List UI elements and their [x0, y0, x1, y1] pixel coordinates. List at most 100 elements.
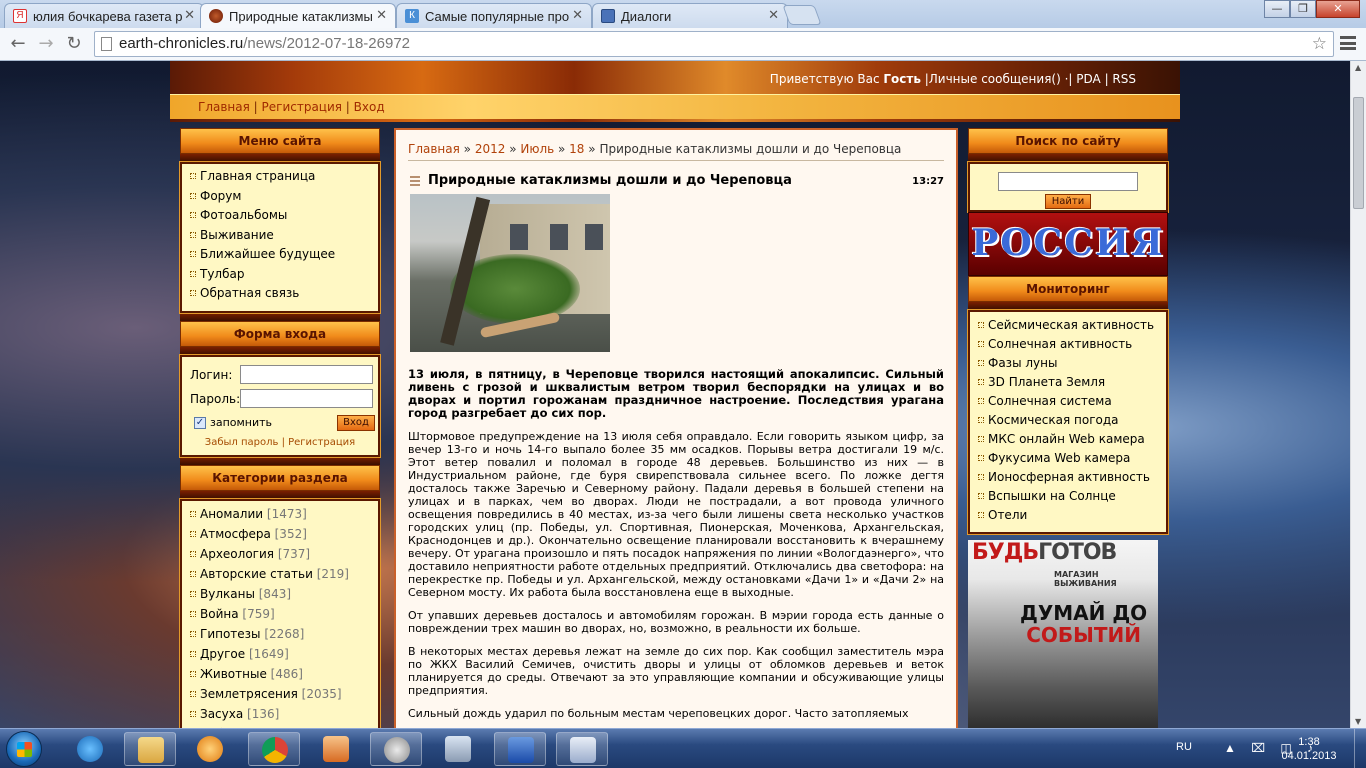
close-window-button[interactable]: ✕: [1316, 0, 1360, 18]
category-item[interactable]: Вулканы [843]: [188, 587, 372, 607]
category-item[interactable]: Аномалии [1473]: [188, 507, 372, 527]
breadcrumb-year[interactable]: 2012: [475, 142, 506, 156]
bookmark-star-icon[interactable]: ☆: [1312, 32, 1327, 56]
breadcrumb-day[interactable]: 18: [569, 142, 584, 156]
site-menu-item[interactable]: Форум: [188, 189, 372, 209]
login-button[interactable]: Вход: [337, 414, 376, 431]
breadcrumb-home[interactable]: Главная: [408, 142, 460, 156]
page-scrollbar[interactable]: ▲ ▼: [1350, 61, 1366, 728]
taskbar-word[interactable]: [494, 732, 546, 766]
monitoring-item[interactable]: Фукусима Web камера: [976, 451, 1160, 470]
taskbar-explorer[interactable]: [124, 732, 176, 766]
monitoring-item[interactable]: Отели: [976, 508, 1160, 527]
close-icon[interactable]: ✕: [184, 7, 195, 23]
monitoring-item-label: Отели: [988, 508, 1028, 522]
monitoring-item[interactable]: Сейсмическая активность: [976, 318, 1160, 337]
browser-menu-icon[interactable]: [1340, 36, 1356, 50]
site-menu-item[interactable]: Выживание: [188, 228, 372, 248]
taskbar-ie[interactable]: [64, 732, 116, 766]
category-item[interactable]: Авторские статьи [219]: [188, 567, 372, 587]
links-separator: |: [278, 436, 289, 448]
url-host: earth-chronicles.ru: [119, 35, 244, 52]
category-item[interactable]: Гипотезы [2268]: [188, 627, 372, 647]
category-item[interactable]: Атмосфера [352]: [188, 527, 372, 547]
address-bar[interactable]: earth-chronicles.ru/news/2012-07-18-2697…: [94, 31, 1334, 57]
maximize-button[interactable]: ❐: [1290, 0, 1316, 18]
clock[interactable]: 1:38 04.01.2013: [1274, 735, 1344, 763]
show-desktop-button[interactable]: [1354, 729, 1366, 768]
category-item[interactable]: Другое [1649]: [188, 647, 372, 667]
back-button[interactable]: ←: [6, 32, 30, 56]
taskbar-scanner[interactable]: [432, 732, 484, 766]
forward-button[interactable]: →: [34, 32, 58, 56]
article-body: 13 июля, в пятницу, в Череповце творился…: [408, 368, 944, 721]
category-item[interactable]: Археология [737]: [188, 547, 372, 567]
register-link[interactable]: Регистрация: [288, 437, 355, 448]
start-button[interactable]: [6, 731, 42, 767]
breadcrumb-month[interactable]: Июль: [520, 142, 554, 156]
article-photo[interactable]: [410, 194, 610, 352]
monitoring-item[interactable]: Солнечная активность: [976, 337, 1160, 356]
scroll-down-icon[interactable]: ▼: [1355, 717, 1361, 726]
scroll-thumb[interactable]: [1353, 97, 1364, 209]
monitoring-item[interactable]: Солнечная система: [976, 394, 1160, 413]
monitoring-item-label: Ионосферная активность: [988, 470, 1150, 484]
minimize-button[interactable]: —: [1264, 0, 1290, 18]
category-item[interactable]: Землетрясения [2035]: [188, 687, 372, 707]
category-item-label: Гипотезы: [200, 626, 261, 641]
hp-icon: [384, 737, 410, 763]
tab-vk[interactable]: К Самые популярные про ✕: [396, 3, 592, 28]
russia-banner[interactable]: РОССИЯ: [968, 212, 1168, 276]
category-item[interactable]: Война [759]: [188, 607, 372, 627]
nav-home-link[interactable]: Главная: [198, 100, 250, 114]
user-links[interactable]: |Личные сообщения() ·| PDA | RSS: [921, 72, 1136, 86]
new-tab-button[interactable]: [782, 5, 822, 25]
monitoring-item[interactable]: Ионосферная активность: [976, 470, 1160, 489]
tab-earth-chronicles[interactable]: Природные катаклизмы ✕: [200, 3, 396, 28]
monitoring-item[interactable]: 3D Планета Земля: [976, 375, 1160, 394]
remember-checkbox[interactable]: ✓: [194, 416, 206, 429]
site-search-button[interactable]: Найти: [1045, 194, 1091, 209]
taskbar-chrome[interactable]: [248, 732, 300, 766]
close-icon[interactable]: ✕: [376, 7, 387, 23]
taskbar-media-player[interactable]: [184, 732, 236, 766]
taskbar-hp[interactable]: [370, 732, 422, 766]
banner-title-a: БУДЬ: [972, 540, 1039, 565]
monitoring-item[interactable]: МКС онлайн Web камера: [976, 432, 1160, 451]
survival-shop-banner[interactable]: БУДЬГОТОВ МАГАЗИН ВЫЖИВАНИЯ ДУМАЙ ДО СОБЫ…: [968, 540, 1158, 728]
site-menu-item[interactable]: Тулбар: [188, 267, 372, 287]
language-indicator[interactable]: RU: [1176, 741, 1192, 753]
password-input[interactable]: [240, 389, 373, 408]
snipping-tool-icon: [570, 737, 596, 763]
close-icon[interactable]: ✕: [768, 7, 779, 23]
site-menu: Главная страница Форум Фотоальбомы Выживани…: [179, 161, 381, 314]
reload-button[interactable]: ↻: [62, 32, 86, 56]
category-item[interactable]: Засуха [136]: [188, 707, 372, 727]
login-label: Логин:: [190, 367, 233, 382]
tab-dialogs[interactable]: Диалоги ✕: [592, 3, 788, 28]
site-menu-item[interactable]: Главная страница: [188, 169, 372, 189]
page-viewport: Приветствую Вас Гость |Личные сообщения(…: [0, 61, 1350, 728]
monitoring-item[interactable]: Космическая погода: [976, 413, 1160, 432]
site-menu-item[interactable]: Обратная связь: [188, 286, 372, 306]
site-menu-item[interactable]: Фотоальбомы: [188, 208, 372, 228]
close-icon[interactable]: ✕: [572, 7, 583, 23]
tab-yandex[interactable]: Я юлия бочкарева газета р ✕: [4, 3, 204, 28]
banner-subtitle: МАГАЗИН ВЫЖИВАНИЯ: [1054, 570, 1117, 588]
category-item-label: Атмосфера: [200, 526, 271, 541]
scroll-up-icon[interactable]: ▲: [1355, 63, 1361, 72]
forgot-password-link[interactable]: Забыл пароль: [205, 437, 279, 448]
site-search-input[interactable]: [998, 172, 1138, 191]
category-item-count: [352]: [270, 526, 307, 541]
login-input[interactable]: [240, 365, 373, 384]
site-menu-title: Меню сайта: [180, 128, 380, 154]
taskbar-app[interactable]: [310, 732, 362, 766]
categories-title: Категории раздела: [180, 464, 380, 491]
category-item[interactable]: Животные [486]: [188, 667, 372, 687]
taskbar-snipping[interactable]: [556, 732, 608, 766]
site-menu-item[interactable]: Ближайшее будущее: [188, 247, 372, 267]
monitoring-item[interactable]: Фазы луны: [976, 356, 1160, 375]
nav-login-link[interactable]: Вход: [354, 100, 385, 114]
monitoring-item[interactable]: Вспышки на Солнце: [976, 489, 1160, 508]
nav-register-link[interactable]: Регистрация: [262, 100, 342, 114]
